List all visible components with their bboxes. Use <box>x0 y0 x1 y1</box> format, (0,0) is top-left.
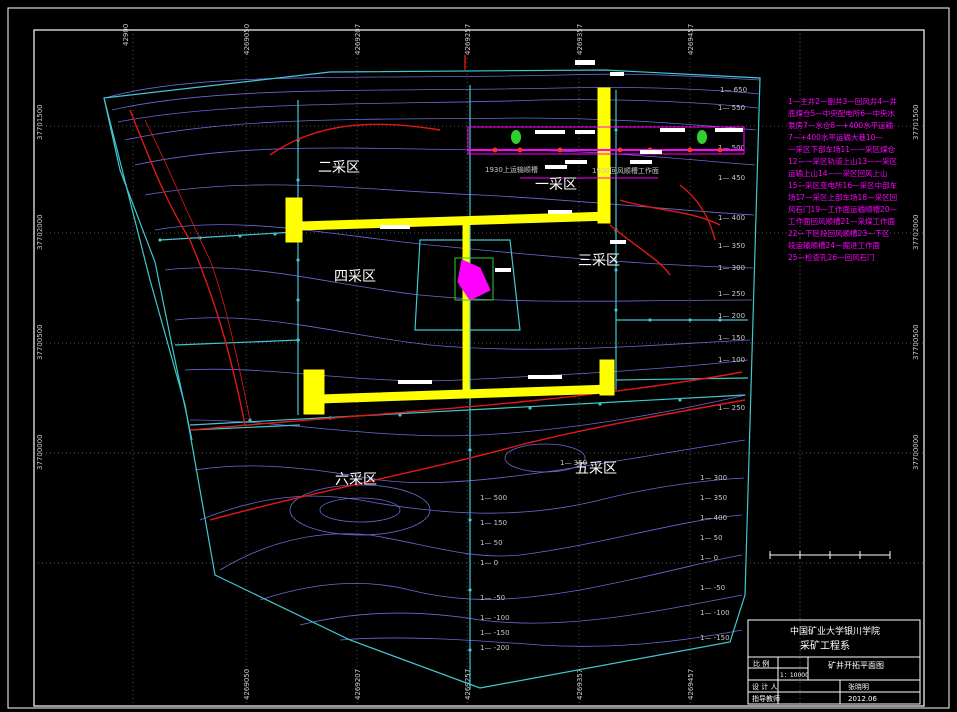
legend-line: 22—下区段回风顺槽23—下区 <box>788 228 890 238</box>
contour-label: 1— 500 <box>480 494 507 502</box>
boundary-dots <box>158 128 722 652</box>
reviewer-label: 指导教师 <box>752 694 780 703</box>
contour-label: 1— 650 <box>720 86 747 94</box>
contour-label: 1— 300 <box>718 264 745 272</box>
contour-label: 1— -100 <box>480 614 510 622</box>
zone-label-2: 二采区 <box>318 160 360 176</box>
legend-line: 12—一采区轨道上山13—一采区 <box>788 156 898 166</box>
contour-label: 1— 0 <box>700 554 718 562</box>
drawing-title: 矿井开拓平面图 <box>828 660 884 670</box>
zone-label-4: 四采区 <box>334 269 376 285</box>
face-label: 1930回风顺槽工作面 <box>592 166 659 175</box>
contour-label: 1— -150 <box>480 629 510 637</box>
legend-line: 工作面回风顺槽21—采煤工作面 <box>788 216 896 226</box>
contour-label: 1— -150 <box>700 634 730 642</box>
top-coord: 4269257 <box>464 24 472 55</box>
contour-label: 1— 350 <box>700 494 727 502</box>
contour-label: 1— 250 <box>718 290 745 298</box>
legend-line: 风石门19—工作面运输顺槽20— <box>788 204 898 214</box>
school-name: 中国矿业大学银川学院 <box>790 625 880 637</box>
top-coord: 4269207 <box>354 24 362 55</box>
contour-lines <box>104 73 761 647</box>
top-coord: 4269050 <box>243 24 251 55</box>
legend-line: 段运输顺槽24—掘进工作面 <box>788 240 881 250</box>
shaft-marker <box>697 130 707 144</box>
department-name: 采矿工程系 <box>800 639 850 652</box>
bottom-coord: 4269457 <box>687 669 695 700</box>
legend-line: 泵房7—水仓8—+400水平运输 <box>788 120 894 130</box>
legend-line: 1—主井2—副井3—回风井4—井 <box>788 96 898 106</box>
contour-label: 1— 50 <box>480 539 503 547</box>
shaft-marker <box>511 130 521 144</box>
contour-label: 1— 250 <box>718 404 745 412</box>
side-coord: 37701500 <box>912 104 920 140</box>
contour-label: 1— 0 <box>480 559 498 567</box>
contour-label: 1— 550 <box>718 104 745 112</box>
contour-label: 1— 400 <box>718 214 745 222</box>
main-roadways <box>285 87 615 415</box>
legend: 1—主井2—副井3—回风井4—井 底煤仓5—中央配电所6—中央水 泵房7—水仓8… <box>788 96 898 262</box>
side-coord: 37702000 <box>36 214 44 250</box>
contour-label: 1— -50 <box>480 594 505 602</box>
contour-label: 1— 200 <box>718 312 745 320</box>
legend-line: 场17—采区上部车场18—采区回 <box>788 192 897 202</box>
date-value: 2012.06 <box>848 695 877 703</box>
zone-label-5: 五采区 <box>575 461 617 477</box>
legend-line: 7—+400水平运输大巷10— <box>788 132 883 142</box>
contour-label: 1— -100 <box>700 609 730 617</box>
side-coord: 37700500 <box>36 324 44 360</box>
inner-frame <box>33 29 925 707</box>
side-coord: 37700000 <box>912 434 920 470</box>
contour-label: 1— -50 <box>700 584 725 592</box>
scale-bar <box>769 551 891 559</box>
contour-label: 1— 350 <box>718 242 745 250</box>
zone-label-3: 三采区 <box>578 253 620 269</box>
bottom-coord: 4269207 <box>354 669 362 700</box>
side-coord: 37701500 <box>36 104 44 140</box>
designer-label: 设 计 人 <box>752 682 777 691</box>
bottom-coord: 4269357 <box>576 669 584 700</box>
coordinate-grid <box>34 30 924 706</box>
contour-label: 1— 100 <box>718 356 745 364</box>
face-label: 1930上运输顺槽 <box>485 165 538 174</box>
top-coord: 42900 <box>122 24 130 46</box>
contour-label: 1— 450 <box>718 174 745 182</box>
contour-label: 1— 150 <box>480 519 507 527</box>
cad-drawing-canvas[interactable]: 42900 4269050 4269207 4269257 4269357 42… <box>0 0 957 712</box>
legend-line: 25—检查孔26—回风石门 <box>788 252 875 262</box>
fault-lines <box>129 55 746 521</box>
top-coord: 4269457 <box>687 24 695 55</box>
legend-line: 15—采区变电所16—采区中部车 <box>788 180 898 190</box>
designer-value: 张晓明 <box>848 682 869 691</box>
side-coord: 37700000 <box>36 434 44 470</box>
contour-label: 1— 50 <box>700 534 723 542</box>
contour-label: 1— 300 <box>700 474 727 482</box>
zone-label-1: 一采区 <box>535 177 577 193</box>
contour-label: 1— 400 <box>700 514 727 522</box>
contour-label: 1— -200 <box>480 644 510 652</box>
contour-label: 1— 150 <box>718 334 745 342</box>
legend-line: 一采区下部车场11—一采区煤仓 <box>788 144 896 154</box>
scale-value: 1：10000 <box>780 672 809 679</box>
side-coord: 37700500 <box>912 324 920 360</box>
side-coord: 37702000 <box>912 214 920 250</box>
bottom-coord: 4269050 <box>243 669 251 700</box>
legend-line: 运输上山14—一采区回风上山 <box>788 168 888 178</box>
top-coord: 4269357 <box>576 24 584 55</box>
legend-line: 底煤仓5—中央配电所6—中央水 <box>788 108 896 118</box>
scale-label: 比 例 <box>753 659 769 668</box>
face-labels: 1930上运输顺槽 1930回风顺槽工作面 <box>485 165 659 175</box>
zone-label-6: 六采区 <box>335 472 377 488</box>
